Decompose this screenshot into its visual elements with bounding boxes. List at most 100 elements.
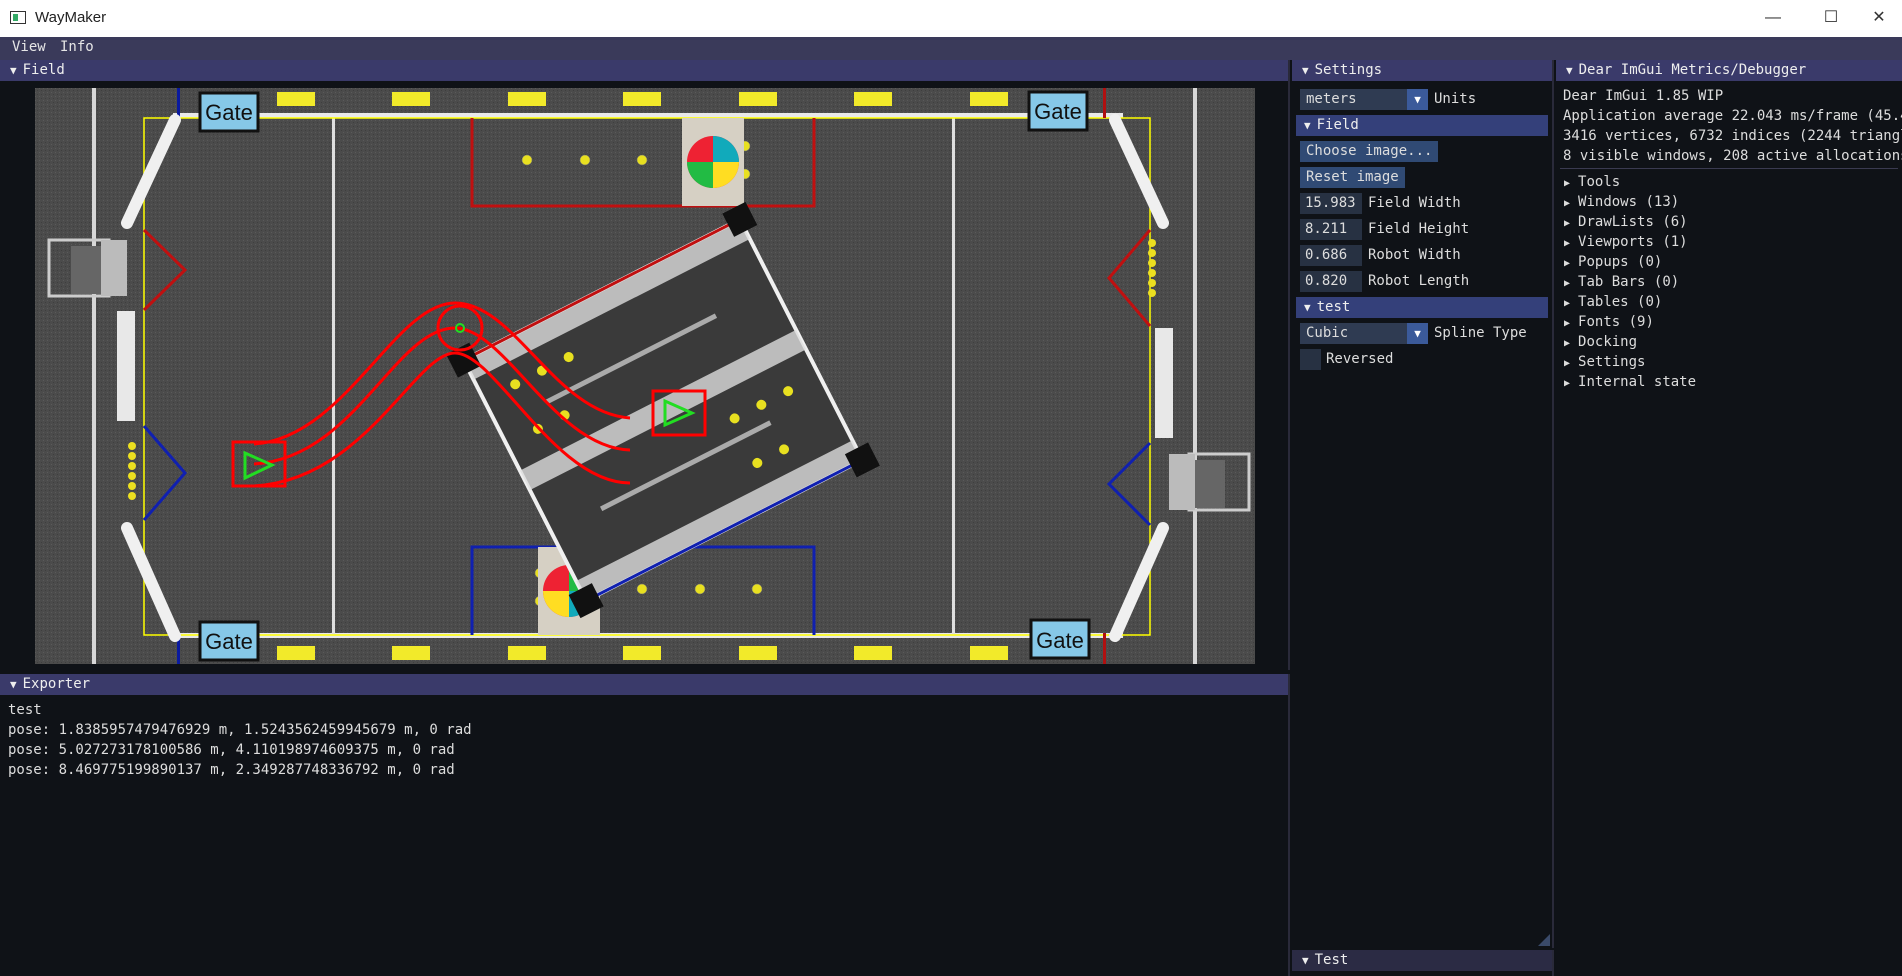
gate-top-right: Gate — [1027, 90, 1089, 132]
metrics-panel-title: Dear ImGui Metrics/Debugger — [1578, 62, 1807, 78]
export-pose-line: pose: 5.027273178100586 m, 4.11019897460… — [8, 742, 455, 758]
menu-view[interactable]: View — [12, 39, 46, 55]
gate-bottom-left: Gate — [198, 620, 260, 662]
field-height-input[interactable]: 8.211 — [1300, 219, 1362, 240]
units-combo[interactable]: meters ▼ — [1300, 89, 1428, 110]
field-panel-title: Field — [22, 62, 65, 78]
export-pose-line: pose: 1.8385957479476929 m, 1.5243562459… — [8, 722, 472, 738]
tree-node-drawlists[interactable]: ▶ DrawLists (6) — [1564, 212, 1688, 234]
units-value: meters — [1306, 91, 1357, 107]
expand-triangle-icon[interactable]: ▶ — [1564, 318, 1570, 329]
metrics-panel: ▼ Dear ImGui Metrics/Debugger Dear ImGui … — [1556, 60, 1902, 976]
field-panel: ▼ Field Gate Gate Gate Gate — [0, 60, 1290, 670]
robot-length-input[interactable]: 0.820 — [1300, 271, 1362, 292]
settings-panel-header[interactable]: ▼ Settings — [1292, 60, 1552, 81]
path-section-title: test — [1316, 299, 1351, 315]
choose-image-button[interactable]: Choose image... — [1300, 141, 1439, 162]
field-width-label: Field Width — [1368, 195, 1461, 211]
menu-info[interactable]: Info — [60, 39, 94, 55]
exporter-panel-header[interactable]: ▼ Exporter — [0, 674, 1288, 695]
robot-width-input[interactable]: 0.686 — [1300, 245, 1362, 266]
metrics-version: Dear ImGui 1.85 WIP — [1563, 88, 1724, 104]
robot-width-label: Robot Width — [1368, 247, 1461, 263]
expand-triangle-icon[interactable]: ▶ — [1564, 218, 1570, 229]
gate-label: Gate — [205, 100, 253, 125]
tree-node-viewports[interactable]: ▶ Viewports (1) — [1564, 232, 1688, 254]
reset-image-button[interactable]: Reset image — [1300, 167, 1405, 188]
field-panel-header[interactable]: ▼ Field — [0, 60, 1288, 81]
export-path-name: test — [8, 702, 42, 718]
tree-node-internal-state[interactable]: ▶ Internal state — [1564, 372, 1696, 394]
metrics-vertices: 3416 vertices, 6732 indices (2244 triang… — [1563, 128, 1902, 144]
field-line — [1193, 88, 1197, 664]
tree-node-tables[interactable]: ▶ Tables (0) — [1564, 292, 1662, 314]
spline-type-label: Spline Type — [1434, 325, 1527, 341]
tree-node-popups[interactable]: ▶ Popups (0) — [1564, 252, 1662, 274]
field-line — [92, 88, 96, 664]
field-line — [332, 118, 335, 634]
spline-type-value: Cubic — [1306, 325, 1349, 341]
exporter-panel: ▼ Exporter test pose: 1.8385957479476929 … — [0, 674, 1290, 976]
spinner-top — [682, 118, 744, 206]
field-height-label: Field Height — [1368, 221, 1470, 237]
tree-node-fonts[interactable]: ▶ Fonts (9) — [1564, 312, 1654, 334]
field-drawing[interactable]: Gate Gate Gate Gate — [35, 88, 1255, 664]
collapse-triangle-icon[interactable]: ▼ — [1566, 60, 1573, 81]
export-pose-line: pose: 8.469775199890137 m, 2.34928774833… — [8, 762, 455, 778]
side-pillar — [1155, 328, 1173, 438]
gate-label: Gate — [205, 629, 253, 654]
expand-triangle-icon[interactable]: ▶ — [1564, 238, 1570, 249]
red-tape — [1103, 88, 1106, 118]
tree-node-tab-bars[interactable]: ▶ Tab Bars (0) — [1564, 272, 1679, 294]
expand-triangle-icon[interactable]: ▶ — [1564, 178, 1570, 189]
collapse-triangle-icon[interactable]: ▼ — [1302, 60, 1309, 81]
dropdown-arrow-icon[interactable]: ▼ — [1407, 89, 1428, 110]
spline-type-combo[interactable]: Cubic ▼ — [1300, 323, 1428, 344]
field-section-title: Field — [1316, 117, 1359, 133]
tree-node-tools[interactable]: ▶ Tools — [1564, 172, 1620, 194]
field-line — [952, 118, 955, 634]
expand-triangle-icon[interactable]: ▶ — [1564, 378, 1570, 389]
collapse-triangle-icon[interactable]: ▼ — [10, 60, 17, 81]
expand-triangle-icon[interactable]: ▶ — [1564, 198, 1570, 209]
collapse-triangle-icon[interactable]: ▼ — [10, 674, 17, 695]
gate-bottom-right: Gate — [1029, 618, 1091, 660]
menu-bar: View Info — [0, 37, 1902, 60]
field-section-header[interactable]: ▼ Field — [1296, 115, 1548, 136]
units-label: Units — [1434, 91, 1477, 107]
expand-triangle-icon[interactable]: ▶ — [1564, 258, 1570, 269]
resize-grip-icon[interactable] — [1538, 934, 1550, 946]
collapse-triangle-icon[interactable]: ▼ — [1302, 950, 1309, 971]
test-panel-header[interactable]: ▼ Test — [1292, 950, 1552, 971]
tree-node-docking[interactable]: ▶ Docking — [1564, 332, 1637, 354]
dropdown-arrow-icon[interactable]: ▼ — [1407, 323, 1428, 344]
window-title: WayMaker — [35, 9, 107, 26]
exporter-panel-title: Exporter — [22, 676, 91, 692]
settings-panel: ▼ Settings meters ▼ Units ▼ Field Choose i… — [1292, 60, 1554, 948]
expand-triangle-icon[interactable]: ▶ — [1564, 298, 1570, 309]
collapse-triangle-icon[interactable]: ▼ — [1304, 297, 1311, 318]
field-width-input[interactable]: 15.983 — [1300, 193, 1362, 214]
robot-length-label: Robot Length — [1368, 273, 1470, 289]
test-panel: ▼ Test — [1292, 950, 1554, 976]
close-button[interactable]: ✕ — [1856, 0, 1902, 37]
reversed-checkbox[interactable] — [1300, 349, 1321, 370]
gate-top-left: Gate — [198, 91, 260, 133]
tree-node-settings[interactable]: ▶ Settings — [1564, 352, 1645, 374]
expand-triangle-icon[interactable]: ▶ — [1564, 358, 1570, 369]
gate-label: Gate — [1034, 99, 1082, 124]
collapse-triangle-icon[interactable]: ▼ — [1304, 115, 1311, 136]
minimize-button[interactable]: — — [1750, 0, 1796, 37]
tree-node-windows[interactable]: ▶ Windows (13) — [1564, 192, 1679, 214]
expand-triangle-icon[interactable]: ▶ — [1564, 278, 1570, 289]
window-titlebar: WayMaker — ☐ ✕ — [0, 0, 1902, 37]
path-section-header[interactable]: ▼ test — [1296, 297, 1548, 318]
metrics-panel-header[interactable]: ▼ Dear ImGui Metrics/Debugger — [1556, 60, 1902, 81]
metrics-windows: 8 visible windows, 208 active allocation… — [1563, 148, 1902, 164]
blue-tape — [177, 88, 180, 118]
maximize-button[interactable]: ☐ — [1808, 0, 1854, 37]
gate-label: Gate — [1036, 628, 1084, 653]
field-canvas[interactable]: Gate Gate Gate Gate — [35, 88, 1255, 664]
expand-triangle-icon[interactable]: ▶ — [1564, 338, 1570, 349]
side-pillar — [117, 311, 135, 421]
